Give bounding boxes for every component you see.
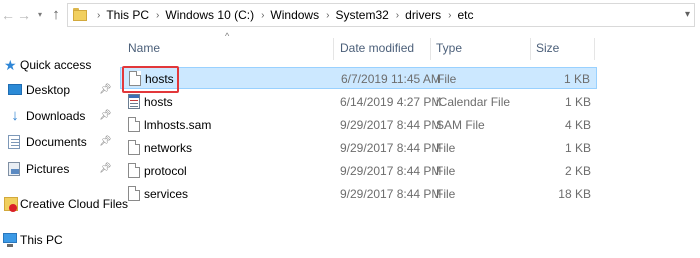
nav-item-creative-cloud-files[interactable]: Creative Cloud Files [0,194,128,214]
nav-item-documents[interactable]: Documents 📌︎ [0,132,116,152]
breadcrumb: › This PC › Windows 10 (C:) › Windows › … [92,4,476,26]
file-type: File [436,141,456,155]
file-row-services[interactable]: services 9/29/2017 8:44 PM File 18 KB [120,183,597,205]
file-size: 4 KB [564,118,591,132]
breadcrumb-windows[interactable]: Windows [268,8,321,22]
nav-item-label: Quick access [20,58,92,72]
back-arrow-icon[interactable]: ← [0,6,16,24]
file-date-modified: 9/29/2017 8:44 PM [340,164,442,178]
file-icon [128,163,140,178]
nav-item-label: Creative Cloud Files [20,197,129,211]
column-header-name[interactable]: Name [128,40,160,60]
nav-item-downloads[interactable]: ↓ Downloads 📌︎ [0,106,116,126]
file-date-modified: 9/29/2017 8:44 PM [340,118,442,132]
file-type: iCalendar File [436,95,511,109]
forward-arrow-icon[interactable]: → [16,6,32,24]
breadcrumb-etc[interactable]: etc [456,8,476,22]
address-row: ← → ▾ ↑ › This PC › Windows 10 (C:) › Wi… [0,0,700,30]
file-list: ^ Name Date modified Type Size hosts 6/7… [117,30,700,258]
navigation-pane: ★ Quick access Desktop 📌︎ ↓ Downloads 📌︎… [0,30,128,258]
star-icon: ★ [4,57,17,73]
file-name: networks [144,141,193,155]
breadcrumb-this-pc[interactable]: This PC [104,8,151,22]
chevron-right-icon[interactable]: › [443,10,455,21]
sort-ascending-icon: ^ [225,31,230,41]
chevron-right-icon[interactable]: › [391,10,403,21]
breadcrumb-windows-10-c[interactable]: Windows 10 (C:) [163,8,256,22]
nav-item-label: Desktop [26,83,71,97]
folder-icon [73,8,87,21]
file-row-lmhosts-sam[interactable]: lmhosts.sam 9/29/2017 8:44 PM SAM File 4… [120,114,597,136]
nav-item-pictures[interactable]: Pictures 📌︎ [0,159,116,179]
column-divider[interactable] [530,38,531,60]
file-icon [128,117,140,132]
up-arrow-icon[interactable]: ↑ [48,6,64,24]
column-divider[interactable] [594,38,595,60]
nav-item-desktop[interactable]: Desktop 📌︎ [0,80,116,100]
nav-item-label: Downloads [26,109,86,123]
file-row-hosts[interactable]: hosts 6/7/2019 11:45 AM File 1 KB [120,67,597,89]
column-divider[interactable] [333,38,334,60]
file-date-modified: 6/14/2019 4:27 PM [340,95,442,109]
file-name: services [144,187,189,201]
chevron-right-icon[interactable]: › [92,10,104,21]
nav-item-this-pc[interactable]: This PC [0,230,116,250]
file-icon [128,186,140,201]
nav-item-label: Pictures [26,162,70,176]
chevron-right-icon[interactable]: › [321,10,333,21]
file-size: 18 KB [558,187,591,201]
highlight-annotation-box [122,66,179,93]
file-date-modified: 9/29/2017 8:44 PM [340,141,442,155]
column-header-date-modified[interactable]: Date modified [340,40,414,60]
creative-cloud-icon [4,197,18,212]
nav-item-label: This PC [20,233,63,247]
column-header-size[interactable]: Size [536,40,559,60]
breadcrumb-system32[interactable]: System32 [333,8,390,22]
file-type: File [437,72,457,86]
file-name: hosts [144,95,173,109]
address-bar[interactable]: › This PC › Windows 10 (C:) › Windows › … [67,3,695,27]
pin-icon[interactable]: 📌︎ [99,135,112,149]
file-type: File [436,164,456,178]
documents-icon [8,135,20,149]
file-row-hosts-ics[interactable]: hosts 6/14/2019 4:27 PM iCalendar File 1… [120,91,597,113]
pin-icon[interactable]: 📌︎ [99,83,112,97]
file-size: 1 KB [564,95,591,109]
file-icon [128,140,140,155]
chevron-down-icon[interactable]: ▾ [685,6,690,24]
file-size: 2 KB [564,164,591,178]
column-divider[interactable] [430,38,431,60]
pin-icon[interactable]: 📌︎ [99,109,112,123]
pictures-icon [8,162,20,176]
nav-item-label: Documents [26,135,87,149]
nav-item-quick-access[interactable]: ★ Quick access [0,55,116,75]
file-row-protocol[interactable]: protocol 9/29/2017 8:44 PM File 2 KB [120,160,597,182]
file-row-networks[interactable]: networks 9/29/2017 8:44 PM File 1 KB [120,137,597,159]
file-size: 1 KB [563,72,590,86]
file-date-modified: 9/29/2017 8:44 PM [340,187,442,201]
recent-locations-chevron-icon[interactable]: ▾ [35,6,45,24]
file-name: protocol [144,164,187,178]
chevron-right-icon[interactable]: › [256,10,268,21]
file-type: SAM File [436,118,485,132]
chevron-right-icon[interactable]: › [151,10,163,21]
file-name: lmhosts.sam [144,118,212,132]
calendar-file-icon [128,94,140,109]
download-icon: ↓ [11,107,19,124]
file-size: 1 KB [564,141,591,155]
breadcrumb-drivers[interactable]: drivers [403,8,443,22]
desktop-icon [8,84,22,95]
column-header-type[interactable]: Type [436,40,462,60]
file-date-modified: 6/7/2019 11:45 AM [341,72,441,86]
pin-icon[interactable]: 📌︎ [99,162,112,176]
computer-icon [3,233,17,247]
file-type: File [436,187,456,201]
